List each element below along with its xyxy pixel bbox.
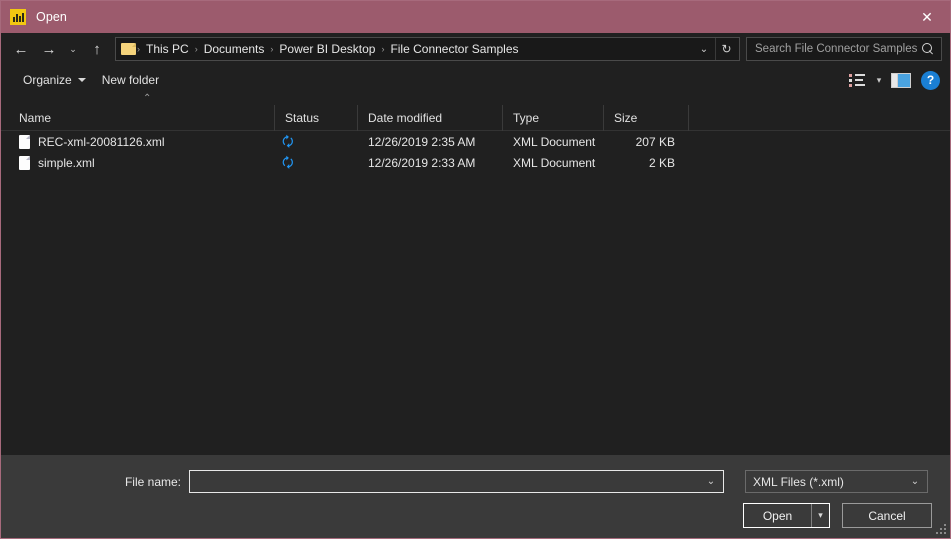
column-header-type[interactable]: Type bbox=[503, 104, 604, 131]
title-bar: Open ✕ bbox=[1, 1, 950, 33]
chevron-down-icon bbox=[77, 78, 86, 82]
preview-pane-icon[interactable] bbox=[891, 72, 911, 88]
file-list[interactable]: REC-xml-20081126.xml 🗘 12/26/2019 2:35 A… bbox=[1, 131, 950, 455]
breadcrumb-item-file-connector-samples[interactable]: File Connector Samples bbox=[385, 40, 523, 58]
breadcrumb-item-documents[interactable]: Documents bbox=[199, 40, 270, 58]
table-row[interactable]: simple.xml 🗘 12/26/2019 2:33 AM XML Docu… bbox=[1, 152, 950, 173]
cancel-button[interactable]: Cancel bbox=[842, 503, 932, 528]
chevron-down-icon[interactable]: ⌄ bbox=[693, 38, 715, 60]
open-file-dialog: Open ✕ ← → ⌄ ↑ › This PC › Documents › P… bbox=[0, 0, 951, 539]
file-type-dropdown[interactable]: XML Files (*.xml) ⌄ bbox=[745, 470, 928, 493]
open-button[interactable]: Open ▾ bbox=[743, 503, 830, 528]
column-headers: Name Status Date modified Type Size bbox=[1, 104, 950, 131]
file-status-cell: 🗘 bbox=[275, 156, 358, 169]
file-name-combobox[interactable]: ⌄ bbox=[189, 470, 724, 493]
file-name-label: REC-xml-20081126.xml bbox=[38, 134, 165, 149]
toolbar: Organize New folder ▾ ? bbox=[1, 65, 950, 95]
power-bi-icon bbox=[10, 9, 26, 25]
search-input[interactable] bbox=[755, 43, 922, 55]
xml-document-icon bbox=[19, 134, 30, 149]
chevron-down-icon[interactable]: ⌄ bbox=[905, 476, 925, 487]
column-header-area: ⌃ Name Status Date modified Type Size bbox=[1, 93, 950, 131]
breadcrumb-item-this-pc[interactable]: This PC bbox=[141, 40, 194, 58]
column-header-name[interactable]: Name bbox=[1, 104, 275, 131]
file-status-cell: 🗘 bbox=[275, 135, 358, 148]
column-header-date-modified[interactable]: Date modified bbox=[358, 104, 503, 131]
refresh-icon[interactable]: ↻ bbox=[715, 38, 737, 60]
recent-locations-button[interactable]: ⌄ bbox=[63, 36, 83, 62]
file-type-value: XML Files (*.xml) bbox=[753, 474, 844, 489]
column-header-status[interactable]: Status bbox=[275, 104, 358, 131]
organize-label: Organize bbox=[23, 73, 72, 87]
file-name-cell[interactable]: REC-xml-20081126.xml bbox=[1, 134, 275, 149]
search-box[interactable] bbox=[746, 37, 942, 61]
folder-icon bbox=[121, 43, 136, 55]
view-options-chevron-down-icon[interactable]: ▾ bbox=[869, 67, 889, 93]
sort-ascending-icon: ⌃ bbox=[143, 93, 152, 104]
address-bar[interactable]: › This PC › Documents › Power BI Desktop… bbox=[115, 37, 740, 61]
xml-document-icon bbox=[19, 155, 30, 170]
file-name-cell[interactable]: simple.xml bbox=[1, 155, 275, 170]
file-date-cell: 12/26/2019 2:35 AM bbox=[368, 134, 476, 149]
file-name-label: File name: bbox=[124, 474, 181, 489]
window-title: Open bbox=[36, 10, 67, 24]
view-list-icon[interactable] bbox=[849, 73, 867, 87]
file-name-input[interactable] bbox=[196, 474, 701, 489]
file-type-cell: XML Document bbox=[513, 134, 596, 149]
dialog-footer: File name: ⌄ XML Files (*.xml) ⌄ Open ▾ … bbox=[1, 455, 950, 538]
file-type-cell: XML Document bbox=[513, 155, 596, 170]
organize-button[interactable]: Organize bbox=[15, 69, 94, 91]
column-header-size[interactable]: Size bbox=[604, 104, 689, 131]
toolbar-right-group: ▾ ? bbox=[849, 67, 940, 93]
help-icon[interactable]: ? bbox=[921, 70, 940, 90]
file-name-label: simple.xml bbox=[38, 155, 95, 170]
open-split-chevron-down-icon[interactable]: ▾ bbox=[811, 504, 829, 527]
close-icon[interactable]: ✕ bbox=[904, 1, 950, 33]
resize-grip[interactable] bbox=[935, 523, 946, 534]
forward-button[interactable]: → bbox=[35, 36, 63, 62]
sync-icon: 🗘 bbox=[282, 155, 294, 170]
navigation-bar: ← → ⌄ ↑ › This PC › Documents › Power BI… bbox=[1, 33, 950, 65]
column-header-filler bbox=[689, 105, 950, 131]
breadcrumb: › This PC › Documents › Power BI Desktop… bbox=[136, 40, 693, 58]
search-icon bbox=[922, 42, 935, 56]
dialog-buttons: Open ▾ Cancel bbox=[743, 503, 932, 528]
new-folder-button[interactable]: New folder bbox=[94, 69, 167, 91]
table-row[interactable]: REC-xml-20081126.xml 🗘 12/26/2019 2:35 A… bbox=[1, 131, 950, 152]
file-size-cell: 2 KB bbox=[648, 155, 675, 170]
back-button[interactable]: ← bbox=[7, 36, 35, 62]
chevron-down-icon[interactable]: ⌄ bbox=[701, 476, 721, 487]
sync-icon: 🗘 bbox=[282, 134, 294, 149]
breadcrumb-item-power-bi-desktop[interactable]: Power BI Desktop bbox=[274, 40, 380, 58]
open-button-label: Open bbox=[762, 508, 793, 523]
file-date-cell: 12/26/2019 2:33 AM bbox=[368, 155, 476, 170]
up-button[interactable]: ↑ bbox=[83, 36, 111, 62]
file-size-cell: 207 KB bbox=[635, 134, 675, 149]
